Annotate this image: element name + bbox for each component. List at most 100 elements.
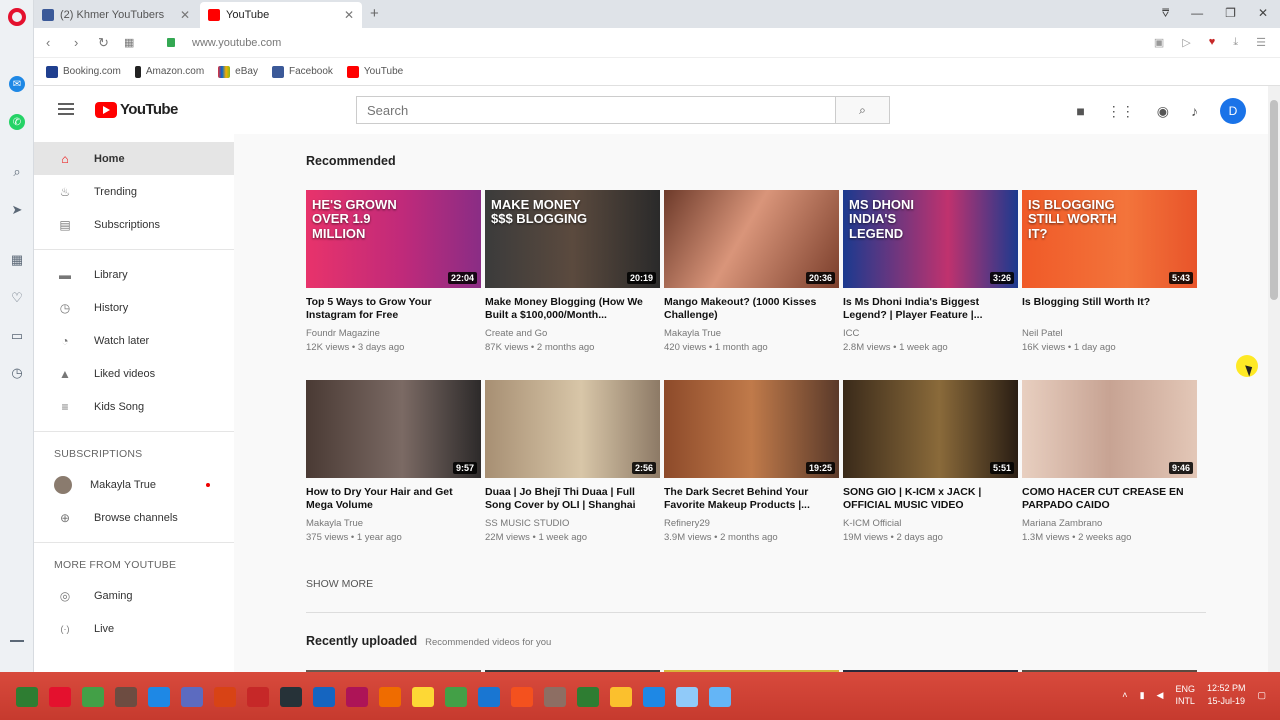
video-title[interactable]: Mango Makeout? (1000 Kisses Challenge) bbox=[664, 296, 839, 322]
new-tab-icon[interactable]: + bbox=[370, 5, 379, 22]
bookmark-facebook[interactable]: Facebook bbox=[271, 65, 333, 78]
sidebar-item-liked-videos[interactable]: ▲ Liked videos bbox=[34, 357, 234, 390]
tab-menu-icon[interactable]: ⩢ bbox=[1162, 6, 1169, 21]
forward-icon[interactable]: › bbox=[74, 35, 78, 50]
search-input[interactable] bbox=[357, 97, 827, 123]
opera-logo-icon[interactable] bbox=[8, 8, 26, 26]
play-icon[interactable]: ▷ bbox=[1182, 36, 1190, 49]
youtube-logo[interactable]: YouTube bbox=[95, 101, 178, 118]
video-card[interactable]: MAKE MONEY $$$ BLOGGING 20:19 Make Money B… bbox=[485, 190, 660, 353]
sidebar-item-home[interactable]: ⌂ Home bbox=[34, 142, 234, 175]
video-card[interactable]: HE'S GROWN OVER 1.9 MILLION 22:04 Top 5 Wa… bbox=[306, 190, 481, 353]
video-title[interactable]: Is Ms Dhoni India's Biggest Legend? | Pl… bbox=[843, 296, 1018, 322]
video-title[interactable]: Top 5 Ways to Grow Your Instagram for Fr… bbox=[306, 296, 481, 322]
channel-name[interactable]: Create and Go bbox=[485, 328, 660, 339]
avatar[interactable]: D bbox=[1220, 98, 1246, 124]
taskbar-app-icon[interactable] bbox=[379, 687, 401, 707]
channel-name[interactable]: ICC bbox=[843, 328, 1018, 339]
channel-name[interactable]: Refinery29 bbox=[664, 518, 839, 529]
taskbar-app-icon[interactable] bbox=[82, 687, 104, 707]
taskbar-app-icon[interactable] bbox=[412, 687, 434, 707]
taskbar-app-icon[interactable] bbox=[49, 687, 71, 707]
easy-setup-icon[interactable]: ☰ bbox=[1256, 36, 1266, 49]
bookmark-youtube[interactable]: YouTube bbox=[346, 65, 403, 78]
messages-icon[interactable]: ◉ bbox=[1157, 103, 1169, 120]
video-thumbnail[interactable]: 9:46 bbox=[1022, 380, 1197, 478]
search-rail-icon[interactable]: ⌕ bbox=[9, 164, 25, 180]
send-icon[interactable]: ➤ bbox=[9, 202, 25, 218]
snapshot-icon[interactable]: ▭ bbox=[9, 328, 25, 344]
rail-more-icon[interactable] bbox=[10, 640, 24, 642]
taskbar-app-icon[interactable] bbox=[16, 687, 38, 707]
channel-name[interactable]: Neil Patel bbox=[1022, 328, 1197, 339]
sidebar-item-browse-channels[interactable]: ⊕ Browse channels bbox=[34, 501, 234, 534]
channel-name[interactable]: Makayla True bbox=[306, 518, 481, 529]
taskbar-app-icon[interactable] bbox=[676, 687, 698, 707]
taskbar-app-icon[interactable] bbox=[181, 687, 203, 707]
sidebar-item-live[interactable]: (·) Live bbox=[34, 612, 234, 645]
bookmark-ebay[interactable]: eBay bbox=[218, 65, 258, 78]
taskbar-app-icon[interactable] bbox=[511, 687, 533, 707]
video-title[interactable]: SONG GIO | K-ICM x JACK | OFFICIAL MUSIC… bbox=[843, 486, 1018, 512]
channel-name[interactable]: Makayla True bbox=[664, 328, 839, 339]
camera-icon[interactable]: ▣ bbox=[1154, 36, 1164, 49]
video-thumbnail[interactable]: HE'S GROWN OVER 1.9 MILLION 22:04 bbox=[306, 190, 481, 288]
video-card[interactable]: MS DHONI INDIA'S LEGEND 3:26 Is Ms Dhoni I… bbox=[843, 190, 1018, 353]
close-tab-icon[interactable]: ✕ bbox=[344, 8, 354, 22]
video-card[interactable]: 9:46 COMO HACER CUT CREASE EN PARPADO CAI… bbox=[1022, 380, 1197, 543]
taskbar-app-icon[interactable] bbox=[610, 687, 632, 707]
channel-name[interactable]: SS MUSIC STUDIO bbox=[485, 518, 660, 529]
download-icon[interactable]: ⤓ bbox=[1233, 36, 1238, 49]
video-thumbnail[interactable]: MAKE MONEY $$$ BLOGGING 20:19 bbox=[485, 190, 660, 288]
sidebar-channel-makayla-true[interactable]: Makayla True bbox=[34, 468, 234, 501]
video-title[interactable]: The Dark Secret Behind Your Favorite Mak… bbox=[664, 486, 839, 512]
scrollbar[interactable] bbox=[1268, 86, 1280, 672]
notifications-bell-icon[interactable]: ♪ bbox=[1191, 103, 1198, 119]
network-icon[interactable]: ▮ bbox=[1140, 690, 1145, 701]
create-video-icon[interactable]: ■ bbox=[1076, 103, 1084, 119]
volume-icon[interactable]: ◀ bbox=[1157, 690, 1164, 701]
messenger-icon[interactable]: ✉ bbox=[9, 76, 25, 92]
bookmarks-heart-icon[interactable]: ♡ bbox=[9, 290, 25, 306]
url-field[interactable]: www.youtube.com bbox=[192, 37, 281, 49]
video-thumbnail[interactable]: 19:25 bbox=[664, 380, 839, 478]
taskbar-app-icon[interactable] bbox=[313, 687, 335, 707]
video-thumbnail[interactable]: 9:57 bbox=[306, 380, 481, 478]
reload-icon[interactable]: ↻ bbox=[98, 35, 109, 51]
sidebar-item-library[interactable]: ▬ Library bbox=[34, 258, 234, 291]
scrollbar-thumb[interactable] bbox=[1270, 100, 1278, 300]
video-card[interactable]: 5:51 SONG GIO | K-ICM x JACK | OFFICIAL M… bbox=[843, 380, 1018, 543]
taskbar-app-icon[interactable] bbox=[643, 687, 665, 707]
bookmark-booking[interactable]: Booking.com bbox=[46, 65, 121, 78]
sidebar-item-trending[interactable]: ♨ Trending bbox=[34, 175, 234, 208]
show-more-button[interactable]: SHOW MORE bbox=[306, 578, 373, 590]
video-card[interactable]: 20:36 Mango Makeout? (1000 Kisses Challen… bbox=[664, 190, 839, 353]
taskbar-app-icon[interactable] bbox=[709, 687, 731, 707]
taskbar-app-icon[interactable] bbox=[214, 687, 236, 707]
video-card[interactable]: IS BLOGGING STILL WORTH IT? 5:43 Is Bloggi… bbox=[1022, 190, 1197, 353]
heart-icon[interactable]: ♥ bbox=[1209, 36, 1216, 49]
tab-khmer-youtubers[interactable]: (2) Khmer YouTubers ✕ bbox=[34, 2, 198, 28]
apps-icon[interactable]: ⋮⋮ bbox=[1107, 103, 1135, 120]
taskbar-app-icon[interactable] bbox=[577, 687, 599, 707]
sidebar-item-subscriptions[interactable]: ▤ Subscriptions bbox=[34, 208, 234, 241]
video-thumbnail[interactable]: MS DHONI INDIA'S LEGEND 3:26 bbox=[843, 190, 1018, 288]
tab-youtube[interactable]: YouTube ✕ bbox=[200, 2, 362, 28]
sidebar-item-gaming[interactable]: ◎ Gaming bbox=[34, 579, 234, 612]
whatsapp-icon[interactable]: ✆ bbox=[9, 114, 25, 130]
taskbar-app-icon[interactable] bbox=[115, 687, 137, 707]
taskbar-app-icon[interactable] bbox=[148, 687, 170, 707]
sidebar-item-kids-song[interactable]: ≡ Kids Song bbox=[34, 390, 234, 423]
taskbar-app-icon[interactable] bbox=[478, 687, 500, 707]
search-button[interactable]: ⌕ bbox=[836, 96, 890, 124]
video-title[interactable]: Is Blogging Still Worth It? bbox=[1022, 296, 1197, 322]
speed-dial-grid-icon[interactable]: ▦ bbox=[124, 36, 134, 49]
tray-chevron-icon[interactable]: ˄ bbox=[1122, 690, 1127, 700]
taskbar-app-icon[interactable] bbox=[346, 687, 368, 707]
clock[interactable]: 12:52 PM 15-Jul-19 bbox=[1207, 682, 1246, 708]
speed-dial-icon[interactable]: ▦ bbox=[9, 252, 25, 268]
video-title[interactable]: COMO HACER CUT CREASE EN PARPADO CAIDO bbox=[1022, 486, 1197, 512]
video-thumbnail[interactable]: 20:36 bbox=[664, 190, 839, 288]
close-tab-icon[interactable]: ✕ bbox=[180, 8, 190, 22]
close-window-icon[interactable]: ✕ bbox=[1258, 6, 1268, 21]
